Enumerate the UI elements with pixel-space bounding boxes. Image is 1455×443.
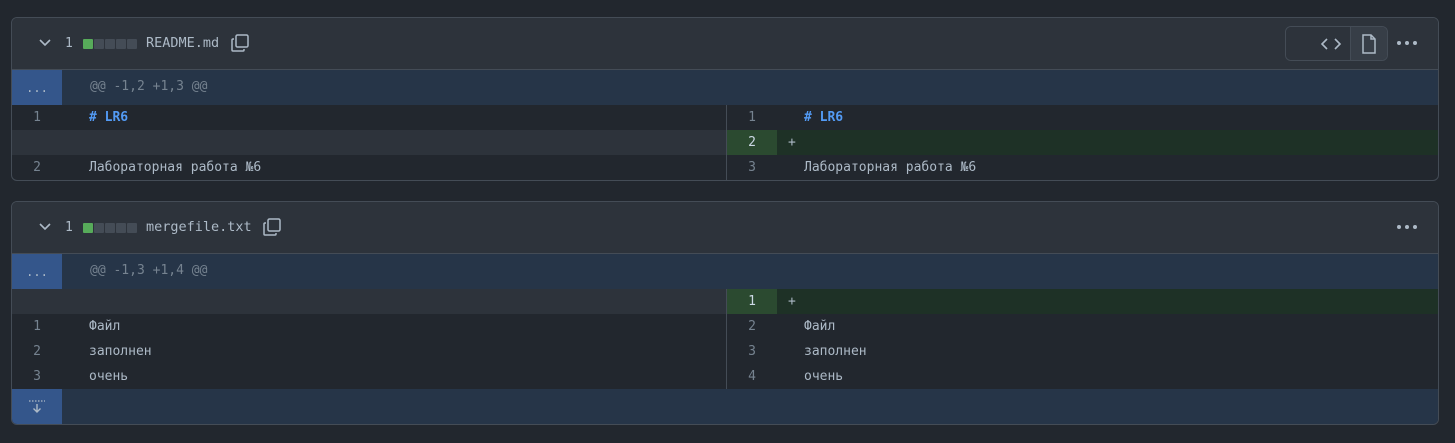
left-line-number[interactable]: 2 [12,155,62,180]
left-code-empty [62,130,726,155]
view-file-button[interactable] [1350,27,1387,60]
copy-icon[interactable] [262,217,282,237]
left-line-number-empty [12,289,62,314]
left-code-line: заполнен [89,344,152,359]
hunk-header: ... @@ -1,2 +1,3 @@ [12,70,1438,105]
hunk-range: @@ -1,3 +1,4 @@ [90,263,208,278]
expand-up-button[interactable]: ... [12,254,62,289]
right-line-number[interactable]: 2 [727,314,777,339]
diff-row: 1 # LR6 1 # LR6 [12,105,1438,130]
file-icon [1362,33,1376,54]
view-code-button[interactable] [1286,27,1351,60]
diffstat-neutral-square [116,223,126,233]
diff-row: 3 очень 4 очень [12,364,1438,389]
added-code-line: + [777,130,1438,155]
left-code-line: Файл [89,319,121,334]
diffstat-neutral-square [127,223,137,233]
left-line-number[interactable]: 1 [12,105,62,130]
changes-count: 1 [65,220,73,235]
changes-count: 1 [65,36,73,51]
chevron-down-icon[interactable] [38,222,52,232]
left-line-number[interactable]: 2 [12,339,62,364]
expand-up-button[interactable]: ... [12,70,62,105]
diffstat-neutral-square [105,223,115,233]
diffstat-neutral-square [127,39,137,49]
expand-down-button[interactable] [12,389,62,424]
expand-down-icon [29,399,45,413]
code-icon [1321,37,1342,50]
right-line-number[interactable]: 1 [727,289,777,314]
diff-file-mergefile: 1 mergefile.txt ... @@ -1,3 +1,4 @@ 1 + … [11,201,1439,425]
diffstat-neutral-square [94,39,104,49]
right-line-number[interactable]: 1 [727,105,777,130]
diffstat [83,223,137,233]
right-code-line: Лабораторная работа №6 [804,160,977,175]
more-options-icon[interactable] [1396,220,1418,234]
hunk-header: ... @@ -1,3 +1,4 @@ [12,254,1438,289]
right-code-line: Файл [804,319,836,334]
diff-row-added: 1 + [12,289,1438,314]
left-code-line: Лабораторная работа №6 [89,160,262,175]
view-toggle-group [1285,26,1388,61]
left-code-line: # LR6 [89,110,129,125]
expand-down-row [12,389,1438,424]
right-line-number[interactable]: 3 [727,155,777,180]
right-line-number[interactable]: 4 [727,364,777,389]
diffstat-added-square [83,39,93,49]
diff-file-readme: 1 README.md ... @@ -1,2 +1,3 @@ 1 # LR6 … [11,17,1439,181]
right-line-number[interactable]: 2 [727,130,777,155]
diff-row: 1 Файл 2 Файл [12,314,1438,339]
more-options-icon[interactable] [1396,36,1418,50]
left-code-line: очень [89,369,129,384]
diffstat-neutral-square [94,223,104,233]
chevron-down-icon[interactable] [38,38,52,48]
left-line-number[interactable]: 3 [12,364,62,389]
file-name[interactable]: README.md [146,35,219,51]
left-line-number[interactable]: 1 [12,314,62,339]
right-code-line: # LR6 [804,110,844,125]
file-name[interactable]: mergefile.txt [146,219,252,235]
file-header: 1 README.md [12,18,1438,70]
diffstat [83,39,137,49]
diff-row: 2 Лабораторная работа №6 3 Лабораторная … [12,155,1438,180]
left-line-number-empty [12,130,62,155]
right-code-line: заполнен [804,344,867,359]
left-code-empty [62,289,726,314]
diff-row: 2 заполнен 3 заполнен [12,339,1438,364]
right-code-line: очень [804,369,844,384]
file-header: 1 mergefile.txt [12,202,1438,254]
diffstat-neutral-square [116,39,126,49]
copy-icon[interactable] [230,33,250,53]
added-code-line: + [777,289,1438,314]
diffstat-added-square [83,223,93,233]
diffstat-neutral-square [105,39,115,49]
diff-row-added: 2 + [12,130,1438,155]
right-line-number[interactable]: 3 [727,339,777,364]
hunk-range: @@ -1,2 +1,3 @@ [90,79,208,94]
